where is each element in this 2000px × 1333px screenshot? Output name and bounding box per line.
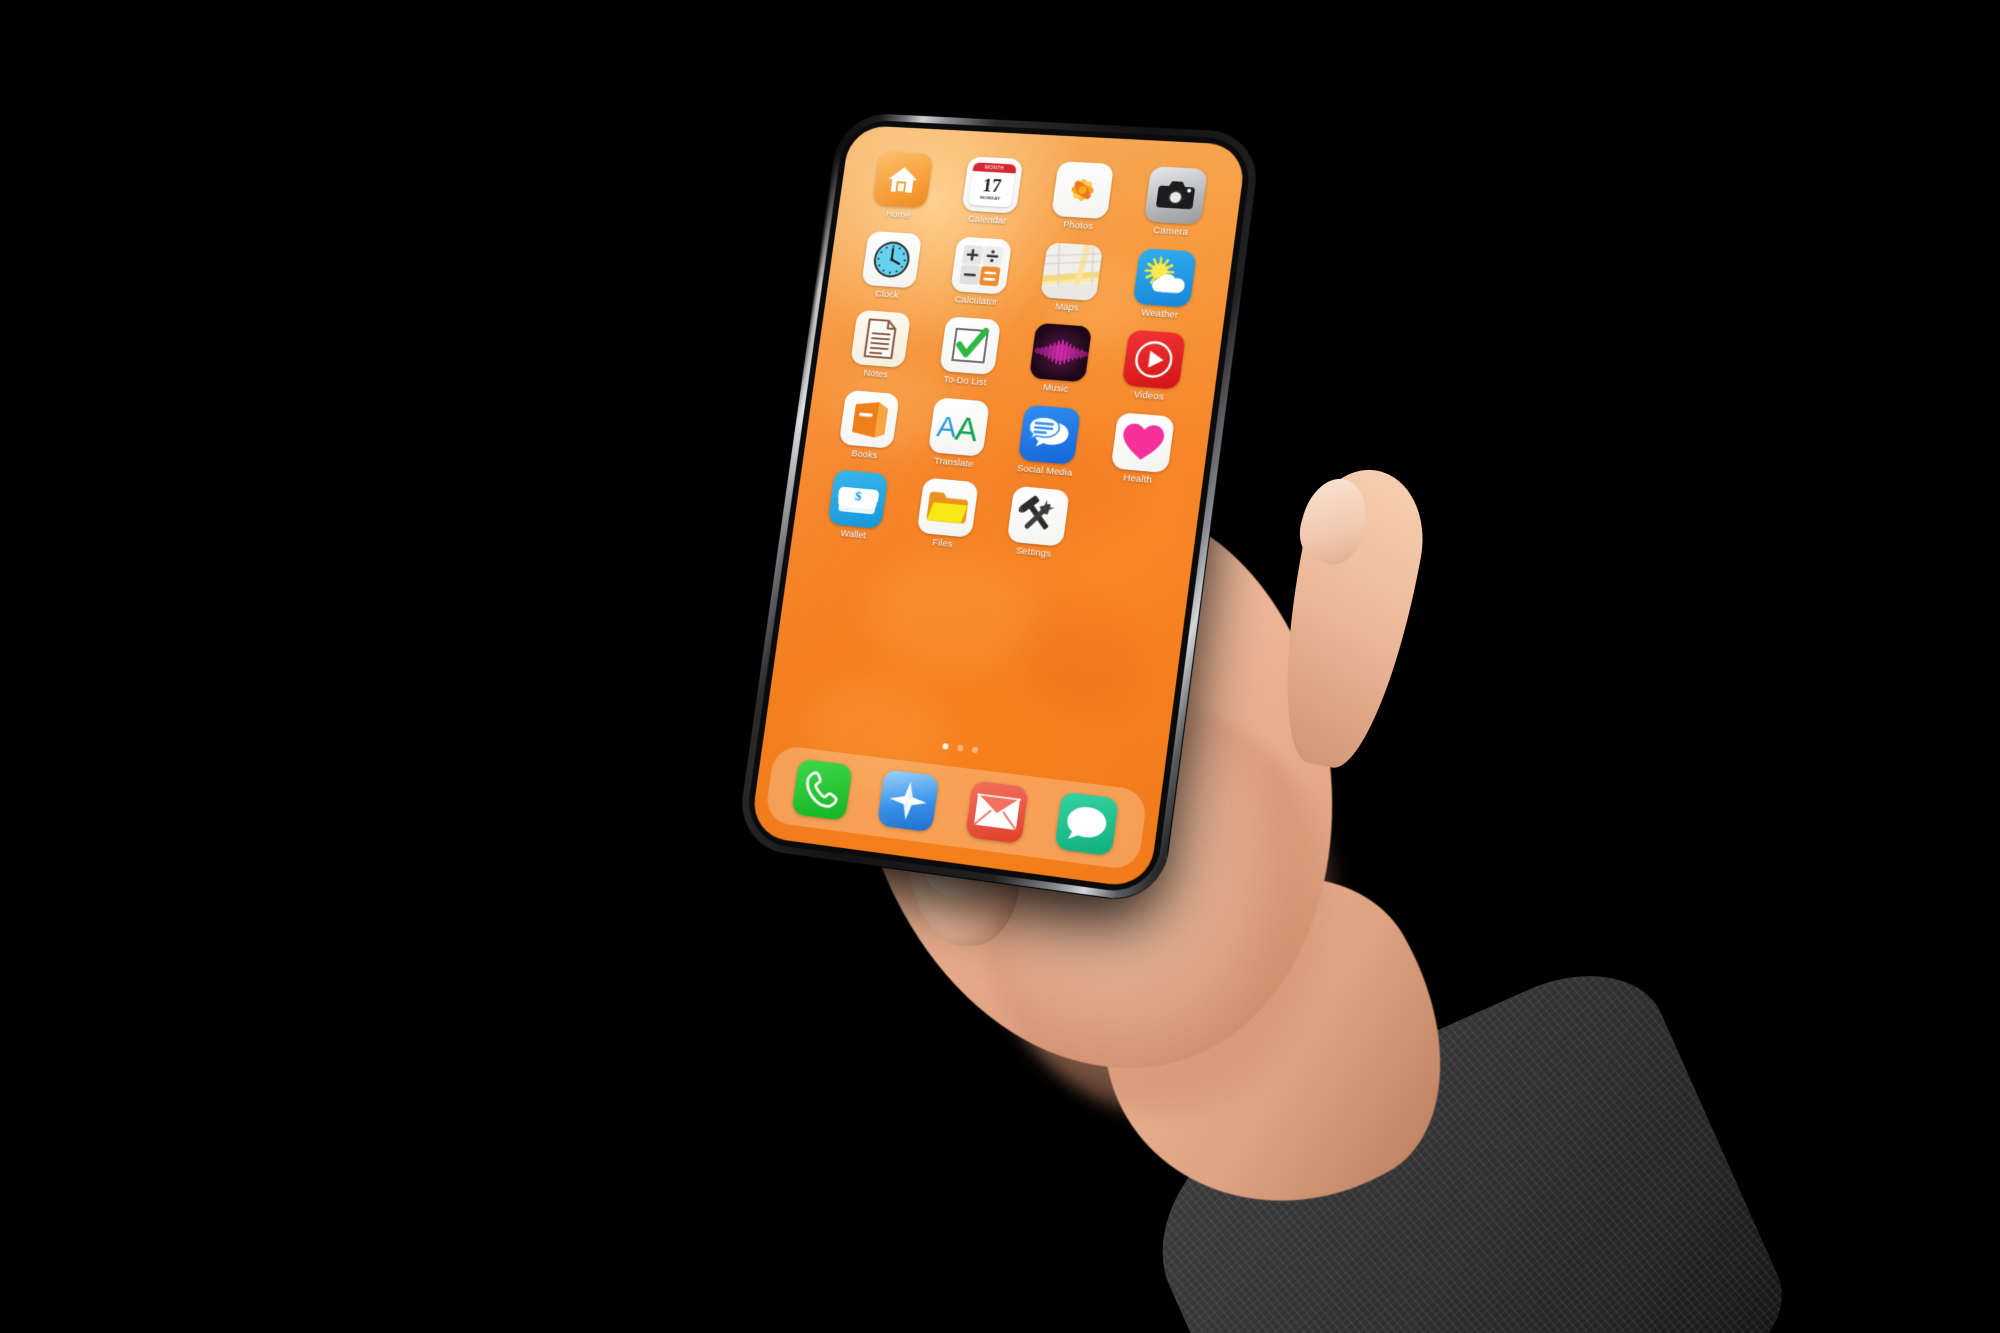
app-label: Books: [850, 447, 879, 461]
app-label: Wallet: [839, 528, 867, 542]
app-label: Weather: [1140, 306, 1179, 321]
app-icon-weather[interactable]: Weather: [1115, 247, 1212, 322]
app-icon-files[interactable]: Files: [900, 476, 994, 553]
app-label: Videos: [1132, 389, 1165, 403]
dock-icon-messages[interactable]: [1054, 791, 1120, 857]
page-dot-1[interactable]: [942, 742, 949, 750]
app-label: Notes: [862, 367, 889, 381]
camera-icon[interactable]: [1143, 166, 1208, 225]
app-label: Camera: [1152, 225, 1189, 239]
app-label: Health: [1122, 471, 1153, 486]
screenshot-stage: Home MONTH 17 MONDAY Calendar Photos Cam…: [0, 0, 2000, 1333]
banknote-icon[interactable]: $: [827, 469, 889, 530]
folder-icon[interactable]: [916, 477, 979, 538]
play-icon[interactable]: [1121, 329, 1186, 390]
app-icon-books[interactable]: Books: [823, 388, 915, 463]
app-icon-to-do-list[interactable]: To-Do List: [922, 315, 1016, 389]
book-icon[interactable]: [839, 389, 901, 449]
page-dot-2[interactable]: [956, 744, 964, 752]
app-label: Music: [1042, 382, 1070, 396]
chat-bubbles-icon[interactable]: [1018, 404, 1082, 465]
app-label: Social Media: [1016, 462, 1074, 479]
app-label: To-Do List: [942, 374, 987, 389]
app-icon-clock[interactable]: Clock: [845, 229, 937, 302]
app-label: Translate: [933, 455, 975, 470]
maps-icon[interactable]: [1040, 241, 1104, 301]
app-label: Maps: [1054, 300, 1080, 314]
app-label: Calculator: [954, 293, 999, 308]
app-grid: Home MONTH 17 MONDAY Calendar Photos Cam…: [811, 151, 1223, 572]
app-icon-videos[interactable]: Videos: [1104, 328, 1201, 404]
app-label: Files: [931, 537, 954, 551]
app-label: Clock: [874, 288, 900, 301]
app-label: Photos: [1062, 219, 1094, 233]
app-icon-notes[interactable]: Notes: [834, 309, 926, 383]
checkmark-icon[interactable]: [938, 316, 1001, 376]
calendar-icon[interactable]: MONTH 17 MONDAY: [961, 156, 1024, 214]
dock-icon-mail[interactable]: [964, 780, 1029, 845]
app-icon-photos[interactable]: Photos: [1035, 160, 1130, 233]
app-icon-calculator[interactable]: Calculator: [933, 235, 1026, 308]
app-icon-settings[interactable]: Settings: [990, 484, 1085, 561]
app-icon-maps[interactable]: Maps: [1024, 241, 1119, 315]
page-dot-3[interactable]: [971, 746, 979, 754]
app-label: Calendar: [967, 213, 1008, 227]
waveform-icon[interactable]: [1029, 322, 1093, 383]
clock-icon[interactable]: [861, 230, 923, 288]
dock-icon-phone[interactable]: [791, 758, 853, 821]
weather-icon[interactable]: [1132, 247, 1197, 308]
photos-icon[interactable]: [1051, 161, 1115, 220]
tools-icon[interactable]: [1006, 485, 1071, 547]
app-icon-home[interactable]: Home: [857, 151, 949, 223]
translate-icon[interactable]: A A: [927, 396, 990, 457]
calculator-icon[interactable]: [950, 236, 1013, 295]
app-icon-social-media[interactable]: Social Media: [1001, 403, 1096, 479]
notes-icon[interactable]: [850, 309, 912, 368]
app-icon-health[interactable]: Health: [1093, 410, 1190, 487]
app-icon-translate[interactable]: A A Translate: [911, 395, 1005, 471]
svg-text:A: A: [953, 410, 981, 446]
app-label: Home: [885, 208, 912, 221]
app-icon-wallet[interactable]: $ Wallet: [811, 468, 903, 544]
dock-icon-compass[interactable]: [877, 769, 940, 833]
home-icon[interactable]: [872, 151, 934, 209]
heart-icon[interactable]: [1110, 411, 1175, 473]
app-icon-calendar[interactable]: MONTH 17 MONDAY Calendar: [945, 155, 1038, 227]
app-icon-music[interactable]: Music: [1012, 322, 1107, 397]
app-icon-camera[interactable]: Camera: [1126, 165, 1223, 239]
